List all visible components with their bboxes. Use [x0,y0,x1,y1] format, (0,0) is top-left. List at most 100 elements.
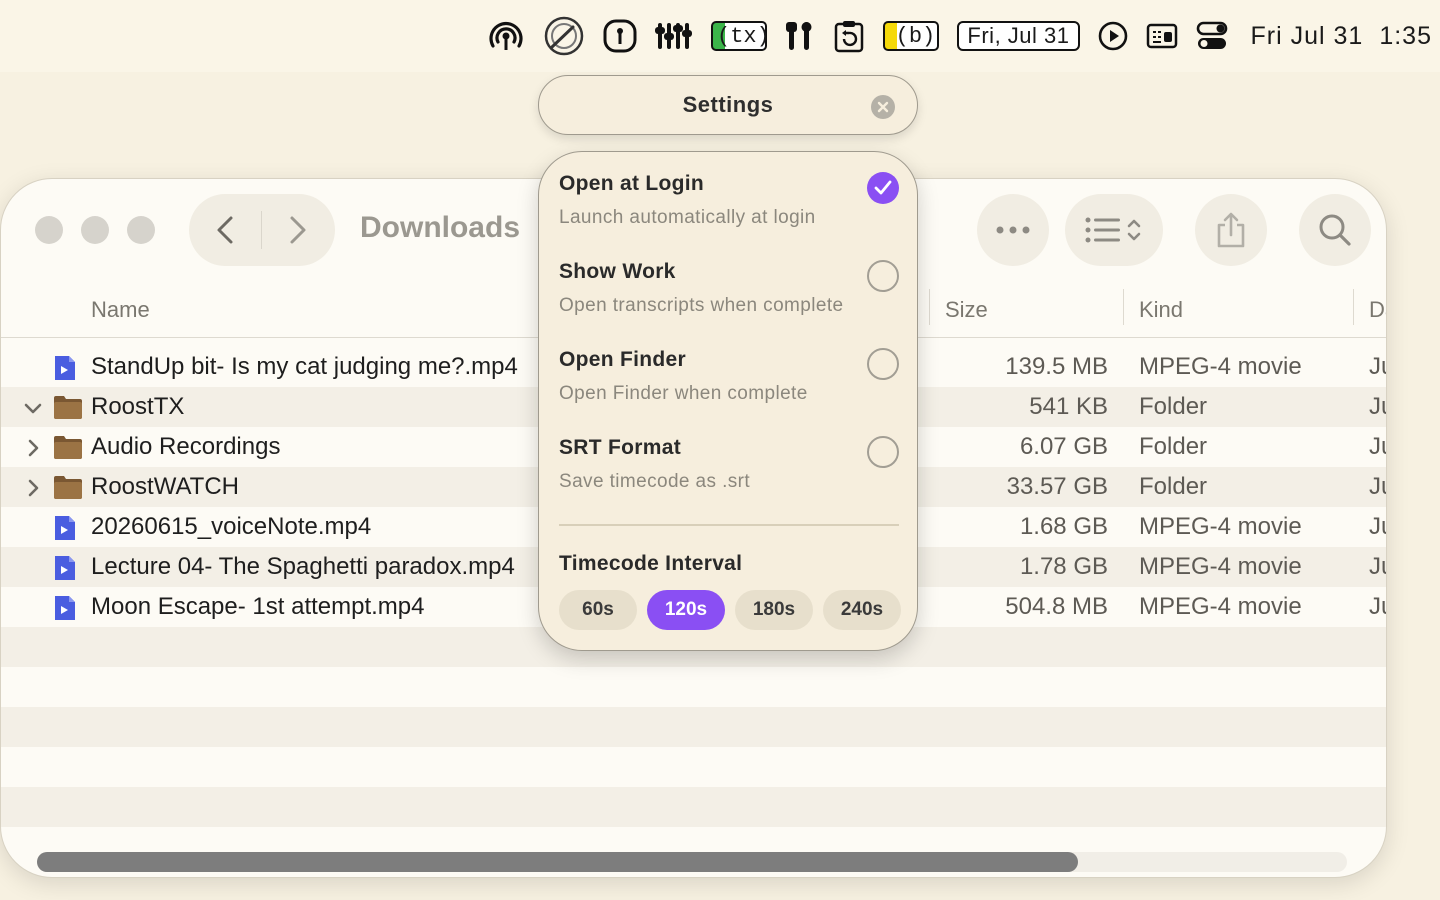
open-finder-checkbox[interactable] [867,348,899,380]
airdrop-icon[interactable] [487,14,525,58]
file-kind: MPEG-4 movie [1139,513,1302,540]
view-options-button[interactable] [1065,194,1163,266]
movie-file-icon [53,554,77,589]
file-size: 33.57 GB [1006,473,1108,500]
zoom-window-button[interactable] [127,216,155,244]
option-show-work[interactable]: Show Work Open transcripts when complete [559,260,899,317]
search-icon [1319,214,1351,246]
clipboard-history-icon[interactable] [833,14,865,58]
show-work-checkbox[interactable] [867,260,899,292]
tx-app-indicator[interactable]: (tx) [711,14,770,58]
interval-60s-button[interactable]: 60s [559,590,637,630]
back-button[interactable] [189,194,261,266]
list-view-icon [1085,217,1141,243]
file-size: 1.78 GB [1019,553,1108,580]
file-size: 6.07 GB [1019,433,1108,460]
password-key-icon[interactable] [603,14,637,58]
file-name: 20260615_voiceNote.mp4 [91,513,372,540]
file-kind: Folder [1139,473,1208,500]
disclosure-expanded-icon[interactable] [23,397,43,425]
equalizer-icon[interactable] [655,14,693,58]
b-app-indicator[interactable]: (b) [883,14,940,58]
close-window-button[interactable] [35,216,63,244]
option-open-finder[interactable]: Open Finder Open Finder when complete [559,348,899,405]
menu-bar: (tx) (b) Fri, Jul 31 Fri Jul 31 1:35 [0,0,1440,72]
navigation-buttons [189,194,335,266]
column-divider[interactable] [929,289,930,325]
keyboard-icon[interactable] [1146,14,1178,58]
date-box-label: Fri, Jul 31 [957,21,1080,51]
file-size: 1.68 GB [1019,513,1108,540]
column-size[interactable]: Size [945,297,988,323]
column-date[interactable]: Da [1369,297,1386,323]
search-button[interactable] [1299,194,1371,266]
disclosure-collapsed-icon[interactable] [23,437,43,465]
file-size: 504.8 MB [1005,593,1108,620]
play-icon[interactable] [1098,14,1128,58]
close-settings-button[interactable] [871,95,895,119]
file-date: Ju [1369,593,1386,620]
file-kind: MPEG-4 movie [1139,593,1302,620]
file-name: RoostWATCH [91,473,240,500]
movie-file-icon [53,594,77,629]
tx-label: (tx) [711,21,770,51]
file-size: 139.5 MB [1005,353,1108,380]
share-icon [1217,212,1245,248]
option-subtitle: Open transcripts when complete [559,295,844,316]
settings-divider [559,524,899,526]
clock-time: 1:35 [1379,21,1432,50]
interval-180s-button[interactable]: 180s [735,590,813,630]
date-widget[interactable]: Fri, Jul 31 [957,14,1080,58]
file-date: Ju [1369,513,1386,540]
timecode-interval-selector: 60s 120s 180s 240s [559,590,901,630]
folder-title: Downloads [360,211,521,244]
column-kind[interactable]: Kind [1139,297,1183,323]
disclosure-collapsed-icon[interactable] [23,477,43,505]
minimize-window-button[interactable] [81,216,109,244]
file-kind: MPEG-4 movie [1139,353,1302,380]
chevron-left-icon [217,216,233,244]
column-name[interactable]: Name [91,297,150,323]
settings-header: Settings [538,75,918,135]
option-srt-format[interactable]: SRT Format Save timecode as .srt [559,436,899,493]
file-kind: MPEG-4 movie [1139,553,1302,580]
column-divider[interactable] [1123,289,1124,325]
forward-button[interactable] [262,194,334,266]
option-title: Open Finder [559,348,686,371]
option-open-at-login[interactable]: Open at Login Launch automatically at lo… [559,172,899,229]
file-name: StandUp bit- Is my cat judging me?.mp4 [91,353,518,380]
empty-row [1,747,1386,787]
more-actions-button[interactable] [977,194,1049,266]
compass-app-icon[interactable] [543,14,585,58]
movie-file-icon [53,354,77,389]
horizontal-scrollbar[interactable] [37,852,1347,872]
file-name: Audio Recordings [91,433,281,460]
control-center-icon[interactable] [1196,14,1228,58]
option-title: Show Work [559,260,676,283]
settings-panel: Open at Login Launch automatically at lo… [538,151,918,651]
empty-row [1,667,1386,707]
column-divider[interactable] [1353,289,1354,325]
srt-format-checkbox[interactable] [867,436,899,468]
scrollbar-thumb[interactable] [37,852,1078,872]
interval-240s-button[interactable]: 240s [823,590,901,630]
file-date: Ju [1369,393,1386,420]
tools-icon[interactable] [785,14,815,58]
file-kind: Folder [1139,433,1208,460]
file-name: Moon Escape- 1st attempt.mp4 [91,593,425,620]
b-label: (b) [883,21,940,51]
close-icon [877,101,889,113]
empty-row [1,787,1386,827]
file-name: RoostTX [91,393,185,420]
file-date: Ju [1369,473,1386,500]
option-subtitle: Open Finder when complete [559,383,808,404]
menubar-clock[interactable]: Fri Jul 31 1:35 [1251,14,1432,58]
option-title: Open at Login [559,172,705,195]
open-at-login-checkbox[interactable] [867,172,899,204]
file-date: Ju [1369,433,1386,460]
share-button[interactable] [1195,194,1267,266]
file-date: Ju [1369,353,1386,380]
interval-120s-button[interactable]: 120s [647,590,725,630]
clock-date: Fri Jul 31 [1250,21,1364,50]
folder-icon [53,474,83,507]
